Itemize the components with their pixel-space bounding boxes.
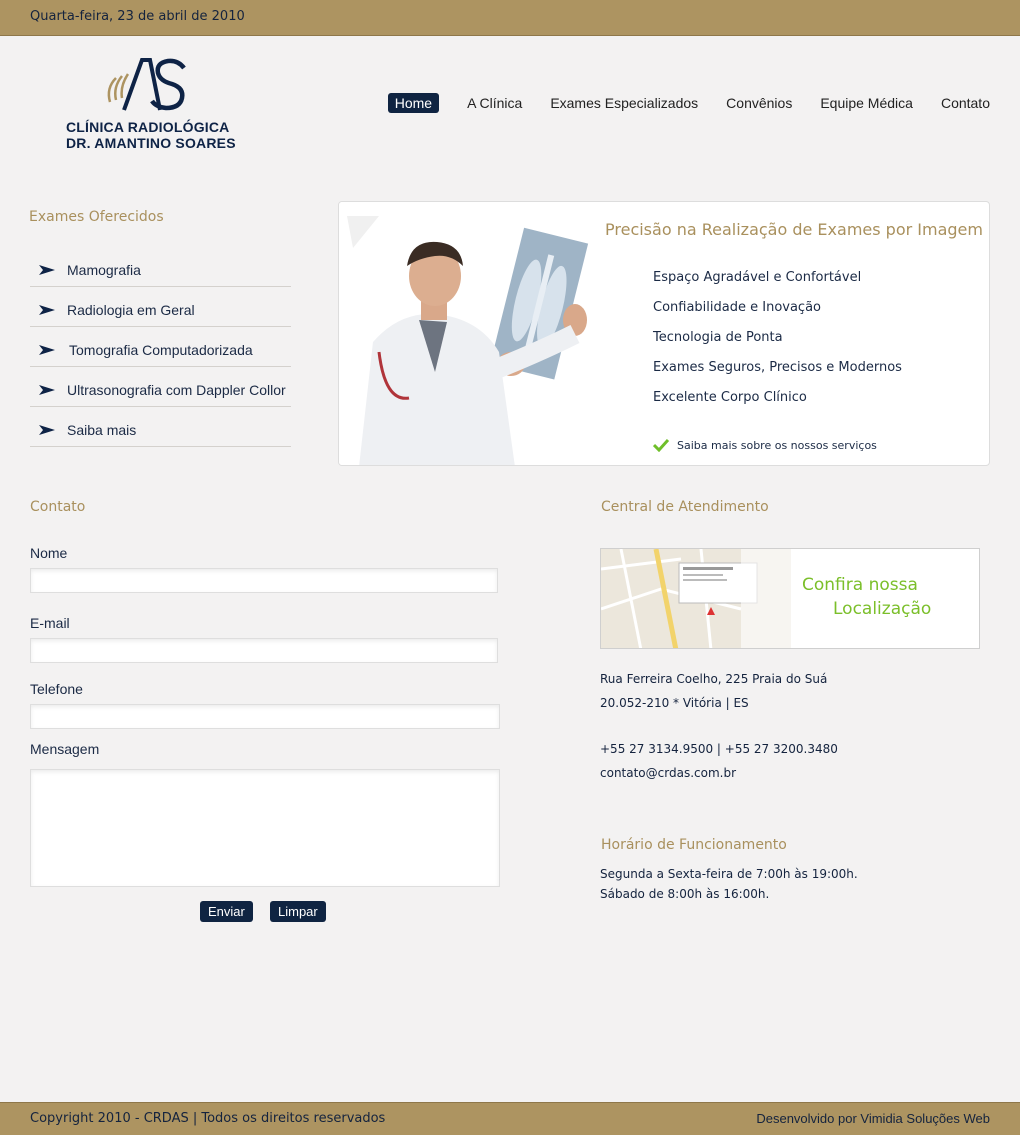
logo-monogram-icon bbox=[107, 58, 186, 111]
main-nav: Home A Clínica Exames Especializados Con… bbox=[387, 92, 990, 114]
exam-list: Mamografia Radiologia em Geral Tomografi… bbox=[30, 247, 291, 447]
hours-saturday: Sábado de 8:00h às 16:00h. bbox=[600, 887, 770, 901]
checkmark-icon bbox=[653, 438, 669, 452]
nav-equipe-medica[interactable]: Equipe Médica bbox=[820, 95, 913, 111]
nav-exames-especializados[interactable]: Exames Especializados bbox=[550, 95, 698, 111]
service-center-title: Central de Atendimento bbox=[601, 499, 769, 515]
services-more-link[interactable]: Saiba mais sobre os nossos serviços bbox=[653, 438, 877, 452]
clear-button[interactable]: Limpar bbox=[270, 901, 326, 922]
nav-convenios[interactable]: Convênios bbox=[726, 95, 792, 111]
message-field[interactable] bbox=[30, 769, 500, 887]
arrow-right-icon bbox=[39, 424, 55, 435]
footer: Copyright 2010 - CRDAS | Todos os direit… bbox=[0, 1102, 1020, 1135]
location-map-link[interactable]: Confira nossa Localização bbox=[600, 548, 980, 649]
name-label: Nome bbox=[30, 545, 68, 561]
send-button[interactable]: Enviar bbox=[200, 901, 253, 922]
nav-contato[interactable]: Contato bbox=[941, 95, 990, 111]
exam-item-label: Radiologia em Geral bbox=[67, 301, 195, 318]
logo-line-2: DR. AMANTINO SOARES bbox=[66, 135, 236, 151]
exam-item-ultrasonografia[interactable]: Ultrasonografia com Dappler Collor bbox=[30, 367, 291, 407]
feature-item: Tecnologia de Ponta bbox=[653, 330, 783, 345]
phone-numbers: +55 27 3134.9500 | +55 27 3200.3480 bbox=[600, 742, 838, 756]
exam-item-saiba-mais[interactable]: Saiba mais bbox=[30, 407, 291, 447]
logo-line-1: CLÍNICA RADIOLÓGICA bbox=[66, 119, 230, 135]
nav-clinica[interactable]: A Clínica bbox=[467, 95, 522, 111]
arrow-right-icon bbox=[39, 384, 55, 395]
hours-weekdays: Segunda a Sexta-feira de 7:00h às 19:00h… bbox=[600, 867, 858, 881]
exam-item-label: Tomografia Computadorizada bbox=[69, 341, 253, 358]
exam-item-tomografia[interactable]: Tomografia Computadorizada bbox=[30, 327, 291, 367]
doctor-xray-image bbox=[339, 202, 609, 465]
phone-field[interactable] bbox=[30, 704, 500, 729]
exam-item-label: Mamografia bbox=[67, 261, 141, 278]
arrow-right-icon bbox=[39, 304, 55, 315]
exam-item-label: Saiba mais bbox=[67, 421, 137, 438]
feature-item: Espaço Agradável e Confortável bbox=[653, 270, 862, 285]
clinic-logo[interactable]: CLÍNICA RADIOLÓGICA DR. AMANTINO SOARES bbox=[66, 56, 236, 156]
top-bar: Quarta-feira, 23 de abril de 2010 bbox=[0, 0, 1020, 36]
footer-developer-link[interactable]: Desenvolvido por Vimidia Soluções Web bbox=[756, 1111, 990, 1126]
address-line-2: 20.052-210 * Vitória | ES bbox=[600, 696, 749, 710]
exam-item-label: Ultrasonografia com Dappler Collor bbox=[67, 381, 286, 398]
map-thumbnail-icon bbox=[601, 549, 791, 648]
arrow-right-icon bbox=[39, 344, 55, 355]
email-label: E-mail bbox=[30, 615, 70, 631]
map-cta-line-1: Confira nossa bbox=[802, 575, 918, 595]
name-field[interactable] bbox=[30, 568, 498, 593]
nav-home[interactable]: Home bbox=[387, 93, 440, 113]
feature-item: Excelente Corpo Clínico bbox=[653, 390, 807, 405]
map-cta-line-2: Localização bbox=[833, 599, 932, 619]
contact-email-link[interactable]: contato@crdas.com.br bbox=[600, 766, 736, 780]
message-label: Mensagem bbox=[30, 741, 100, 757]
exam-item-mamografia[interactable]: Mamografia bbox=[30, 247, 291, 287]
feature-item: Confiabilidade e Inovação bbox=[653, 300, 821, 315]
phone-label: Telefone bbox=[30, 681, 83, 697]
current-date: Quarta-feira, 23 de abril de 2010 bbox=[30, 9, 245, 24]
exams-title: Exames Oferecidos bbox=[29, 209, 164, 225]
footer-copyright: Copyright 2010 - CRDAS | Todos os direit… bbox=[30, 1111, 386, 1126]
feature-list: Espaço Agradável e Confortável Confiabil… bbox=[653, 270, 902, 420]
address-line-1: Rua Ferreira Coelho, 225 Praia do Suá bbox=[600, 672, 828, 686]
exam-item-radiologia[interactable]: Radiologia em Geral bbox=[30, 287, 291, 327]
hours-title: Horário de Funcionamento bbox=[601, 837, 787, 853]
email-field[interactable] bbox=[30, 638, 498, 663]
contact-title: Contato bbox=[30, 499, 86, 515]
banner-headline: Precisão na Realização de Exames por Ima… bbox=[605, 220, 983, 239]
services-more-label: Saiba mais sobre os nossos serviços bbox=[677, 438, 877, 452]
hero-banner: Precisão na Realização de Exames por Ima… bbox=[338, 201, 990, 466]
arrow-right-icon bbox=[39, 264, 55, 275]
feature-item: Exames Seguros, Precisos e Modernos bbox=[653, 360, 902, 375]
